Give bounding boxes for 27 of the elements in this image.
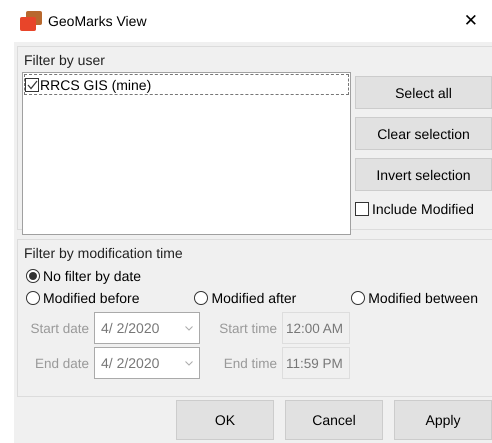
- group-title: Filter by user: [24, 52, 105, 68]
- user-label: RRCS GIS (mine): [40, 76, 152, 92]
- radio-label: Modified between: [368, 290, 478, 306]
- group-title: Filter by modification time: [24, 245, 183, 261]
- radio-label: Modified before: [43, 290, 140, 306]
- time-label: Start time: [218, 320, 277, 336]
- checkmark-icon: [26, 80, 38, 90]
- close-button[interactable]: ✕: [460, 11, 482, 31]
- chevron-down-icon: [185, 326, 193, 330]
- checkbox[interactable]: [25, 78, 39, 92]
- dialog-button[interactable]: Apply: [394, 400, 492, 440]
- action-button[interactable]: Invert selection: [355, 158, 492, 191]
- window-title: GeoMarks View: [48, 13, 148, 29]
- dialog-button[interactable]: Cancel: [285, 400, 383, 440]
- user-list-item[interactable]: RRCS GIS (mine): [24, 74, 349, 95]
- checkbox-label: Include Modified: [372, 201, 474, 217]
- radio-label: No filter by date: [43, 268, 142, 284]
- checkbox[interactable]: [355, 202, 369, 216]
- dialog-button[interactable]: OK: [176, 400, 274, 440]
- radio-label: Modified after: [211, 290, 296, 306]
- action-button[interactable]: Clear selection: [355, 117, 492, 150]
- date-label: Start date: [29, 320, 89, 336]
- action-button[interactable]: Select all: [355, 76, 492, 109]
- chevron-down-icon: [185, 360, 193, 366]
- time-label: End time: [222, 356, 277, 370]
- date-label: End date: [34, 356, 89, 370]
- app-logo-icon: [20, 11, 42, 31]
